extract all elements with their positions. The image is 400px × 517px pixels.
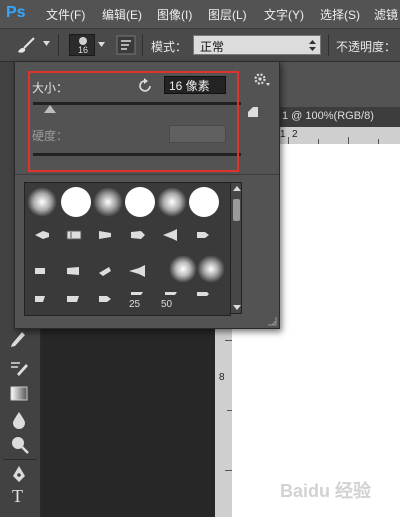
brush-preset-soft-round[interactable]: [93, 187, 123, 217]
menu-bar: Ps 文件(F) 编辑(E) 图像(I) 图层(L) 文字(Y) 选择(S) 滤…: [0, 0, 400, 29]
brush-preset-soft-round[interactable]: [169, 255, 197, 283]
menu-filter[interactable]: 滤镜: [374, 6, 398, 23]
brush-preset-popup: 大小： 硬度：: [14, 61, 280, 329]
brush-preset-picker[interactable]: 16: [69, 34, 95, 56]
menu-select[interactable]: 选择(S): [320, 6, 360, 23]
menu-edit[interactable]: 编辑(E): [102, 6, 142, 23]
new-preset-icon[interactable]: [247, 106, 259, 118]
history-brush-icon[interactable]: [8, 358, 30, 378]
brush-icon[interactable]: [14, 34, 38, 56]
dodge-icon[interactable]: [10, 435, 30, 455]
preset-scrollbar[interactable]: [230, 182, 242, 314]
ruler-number: 2: [292, 129, 298, 140]
menu-file[interactable]: 文件(F): [46, 6, 85, 23]
mode-select[interactable]: 正常: [193, 35, 321, 55]
updown-icon: [309, 40, 316, 51]
chevron-down-icon[interactable]: [97, 40, 106, 49]
ruler-number: 8: [219, 372, 225, 383]
brush-preset-row-tips[interactable]: [31, 259, 151, 281]
highlight-box: [28, 71, 239, 172]
menu-image[interactable]: 图像(I): [157, 6, 192, 23]
brush-preset-hard-round[interactable]: [61, 187, 91, 217]
blur-icon[interactable]: [10, 410, 30, 430]
type-tool-icon[interactable]: T: [12, 486, 23, 507]
watermark: Baidu 经验: [280, 481, 372, 501]
pencil-icon[interactable]: [8, 328, 30, 348]
app-logo: Ps: [6, 4, 26, 21]
pen-icon[interactable]: [9, 464, 31, 484]
brush-preset-soft-round[interactable]: [197, 255, 225, 283]
brush-preset-hard-round[interactable]: [189, 187, 219, 217]
brush-preset-row-textures[interactable]: [31, 289, 211, 309]
document-tab[interactable]: 1 @ 100%(RGB/8): [278, 107, 400, 127]
options-bar: 16 模式： 正常 不透明度：: [0, 29, 400, 62]
brush-size-value: 16: [77, 45, 88, 55]
brush-preset-size: 50: [161, 299, 173, 310]
menu-layer[interactable]: 图层(L): [208, 6, 247, 23]
brush-preset-soft-round[interactable]: [27, 187, 57, 217]
scroll-down-icon[interactable]: [233, 305, 241, 311]
ruler-top: 1 2: [278, 127, 400, 145]
ruler-left: 8: [215, 320, 233, 517]
brush-preset-soft-round[interactable]: [157, 187, 187, 217]
divider: [15, 174, 279, 175]
brush-preset-size: 25: [129, 299, 141, 310]
scrollbar-thumb[interactable]: [233, 199, 240, 221]
ruler-number: 1: [280, 129, 286, 140]
chevron-down-icon[interactable]: [42, 39, 51, 48]
menu-type[interactable]: 文字(Y): [264, 6, 304, 23]
mode-label: 模式：: [151, 40, 188, 54]
mode-select-value: 正常: [200, 40, 225, 54]
resize-grip-icon[interactable]: [267, 316, 277, 326]
brush-preset-grid: 25 50: [24, 182, 231, 316]
brush-preset-hard-round[interactable]: [125, 187, 155, 217]
opacity-label: 不透明度：: [336, 40, 397, 54]
gradient-icon[interactable]: [9, 384, 31, 404]
brush-panel-toggle-icon[interactable]: [116, 35, 136, 55]
brush-preset-row-bristles[interactable]: [31, 223, 211, 245]
gear-icon[interactable]: [253, 72, 271, 88]
scroll-up-icon[interactable]: [233, 186, 241, 192]
document-tab-title: 1 @ 100%(RGB/8): [282, 110, 374, 122]
brush-tip-icon: [79, 37, 87, 45]
